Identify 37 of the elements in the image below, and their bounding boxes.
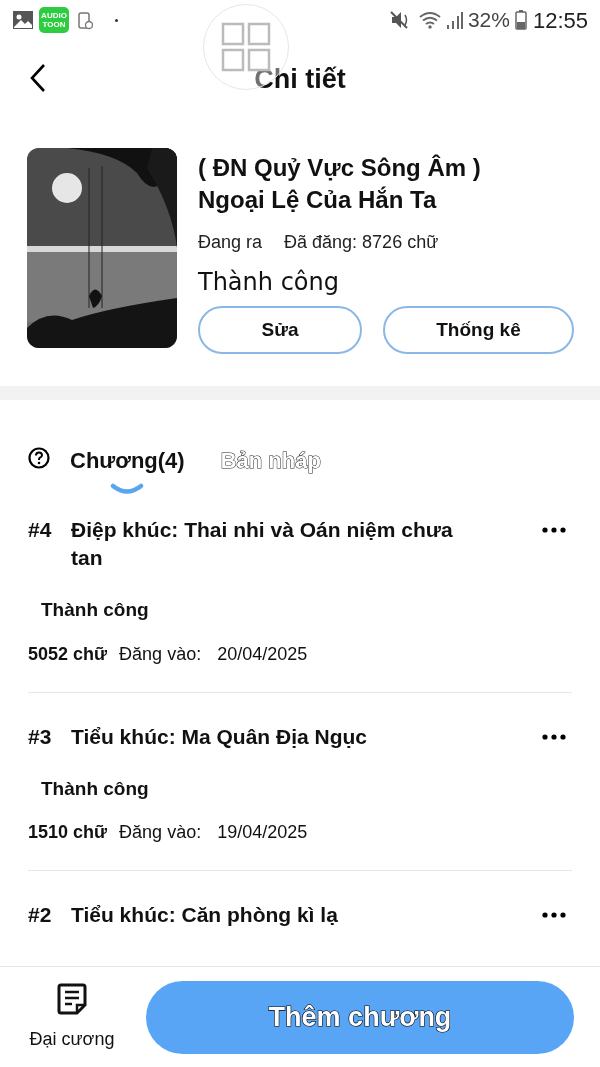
more-icon[interactable]	[542, 525, 566, 535]
chapter-word-count: 5052 chữ	[28, 642, 108, 666]
note-icon	[56, 981, 88, 1016]
chapter-status: Thành công	[41, 598, 149, 622]
posted-label: Đăng vào:	[119, 642, 202, 666]
clock: 12:55	[532, 6, 588, 35]
posted-date: 20/04/2025	[217, 642, 308, 666]
chapter-status: Thành công	[41, 776, 149, 801]
image-icon	[12, 10, 34, 30]
more-icon[interactable]	[542, 731, 566, 742]
chapter-title[interactable]: Điệp khúc: Thai nhi và Oán niệm chưa tan	[71, 516, 471, 572]
posted-date: 19/04/2025	[217, 821, 308, 844]
word-count: Đã đăng: 8726 chữ	[284, 231, 439, 254]
more-icon[interactable]	[542, 910, 566, 920]
signal-icon	[445, 10, 464, 30]
edit-button[interactable]: Sửa	[198, 306, 362, 354]
chapter-word-count: 1510 chữ	[28, 821, 108, 844]
chapter-title[interactable]: Tiểu khúc: Căn phòng kì lạ	[71, 901, 471, 929]
publishing-status: Đang ra	[198, 231, 263, 254]
outline-button[interactable]: Đại cương	[26, 981, 118, 1053]
statistics-button[interactable]: Thống kê	[383, 306, 574, 354]
battery-icon	[514, 10, 527, 30]
app-badge: AUDIO TOON	[39, 7, 69, 33]
review-status: Thành công	[198, 267, 340, 298]
chapter-title[interactable]: Tiểu khúc: Ma Quân Địa Ngục	[71, 722, 471, 751]
book-title: ( ĐN Quỷ Vực Sông Âm ) Ngoại Lệ Của Hắn Ta	[198, 153, 482, 215]
tab-indicator	[110, 483, 145, 495]
posted-label: Đăng vào:	[119, 821, 202, 844]
battery-percent: 32%	[467, 7, 510, 34]
help-icon[interactable]	[28, 447, 50, 469]
chapter-number: #2	[28, 902, 53, 928]
wifi-icon	[417, 10, 442, 30]
chapter-number: #4	[28, 517, 53, 543]
tab[interactable]: Chương(4)	[70, 444, 185, 477]
chapter-number: #3	[28, 723, 53, 750]
tab[interactable]: Bản nháp	[220, 444, 321, 477]
clipboard-icon	[77, 10, 93, 30]
